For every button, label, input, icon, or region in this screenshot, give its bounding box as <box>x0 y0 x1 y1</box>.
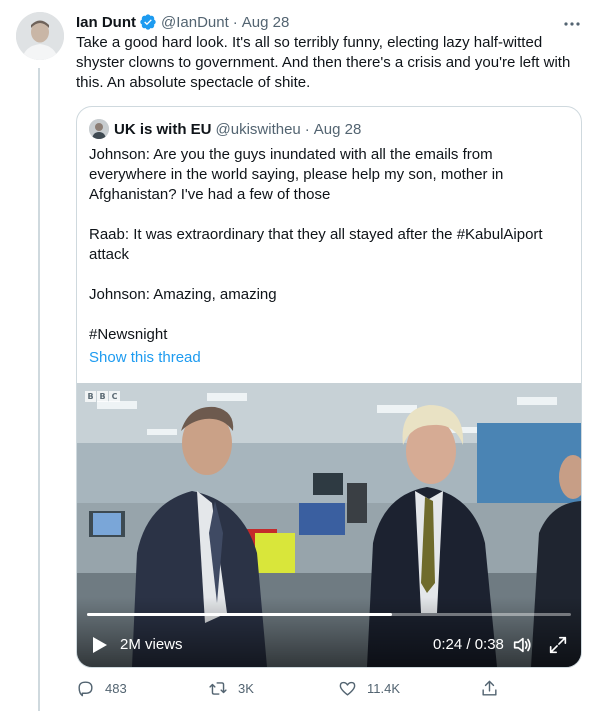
video-frame-image <box>77 383 581 667</box>
quote-paragraph: Johnson: Are you the guys inundated with… <box>89 146 504 203</box>
reply-button[interactable]: 483 <box>76 679 127 698</box>
header-separator: · <box>232 13 238 31</box>
share-button[interactable] <box>480 679 509 698</box>
show-thread-link[interactable]: Show this thread <box>89 348 201 368</box>
hashtag-newsnight[interactable]: #Newsnight <box>89 325 573 345</box>
like-button[interactable]: 11.4K <box>338 679 400 698</box>
quote-paragraph: Raab: It was extraordinary that they all… <box>89 226 543 263</box>
fullscreen-icon[interactable] <box>547 634 569 656</box>
reply-count: 483 <box>105 681 127 696</box>
quoted-tweet-header: UK is with EU @ukiswitheu · Aug 28 <box>89 119 361 139</box>
quoted-tweet-card[interactable]: UK is with EU @ukiswitheu · Aug 28 Johns… <box>76 106 582 668</box>
retweet-count: 3K <box>238 681 254 696</box>
tweet-text: Take a good hard look. It's all so terri… <box>76 34 571 91</box>
retweet-icon <box>209 682 227 695</box>
author-handle[interactable]: @IanDunt <box>161 14 229 31</box>
quoted-header-separator: · <box>304 120 310 138</box>
quoted-author-avatar[interactable] <box>89 119 109 139</box>
tweet-actions: 483 3K 11.4K <box>76 679 506 701</box>
video-progress-bar[interactable] <box>87 613 571 616</box>
volume-icon[interactable] <box>511 634 533 656</box>
tweet-header: Ian Dunt @IanDunt · Aug 28 <box>76 12 289 32</box>
like-count: 11.4K <box>367 681 401 696</box>
verified-badge-icon <box>139 13 157 31</box>
thread-connector-line <box>38 68 40 711</box>
share-icon <box>482 680 497 696</box>
video-time-display: 0:24 / 0:38 <box>433 636 504 653</box>
quoted-author-name[interactable]: UK is with EU <box>114 121 212 138</box>
quote-paragraph: Johnson: Amazing, amazing <box>89 286 277 303</box>
view-count: 2M views <box>120 636 183 653</box>
play-icon[interactable] <box>91 635 109 655</box>
more-options-icon[interactable] <box>560 14 584 34</box>
video-controls: 2M views 0:24 / 0:38 <box>77 631 581 661</box>
video-progress-fill <box>87 613 392 616</box>
retweet-button[interactable]: 3K <box>208 679 254 698</box>
bbc-channel-logo: B B C <box>85 391 120 402</box>
author-avatar[interactable] <box>16 12 64 60</box>
quoted-tweet-text: Johnson: Are you the guys inundated with… <box>89 145 573 345</box>
tweet-timestamp[interactable]: Aug 28 <box>242 14 290 31</box>
video-player[interactable]: B B C 2M views 0:24 / 0:38 <box>77 383 581 667</box>
quoted-tweet-timestamp[interactable]: Aug 28 <box>314 121 362 138</box>
heart-icon <box>339 681 356 696</box>
quoted-author-handle[interactable]: @ukiswitheu <box>216 121 301 138</box>
reply-icon <box>78 681 93 697</box>
author-name[interactable]: Ian Dunt <box>76 14 136 31</box>
